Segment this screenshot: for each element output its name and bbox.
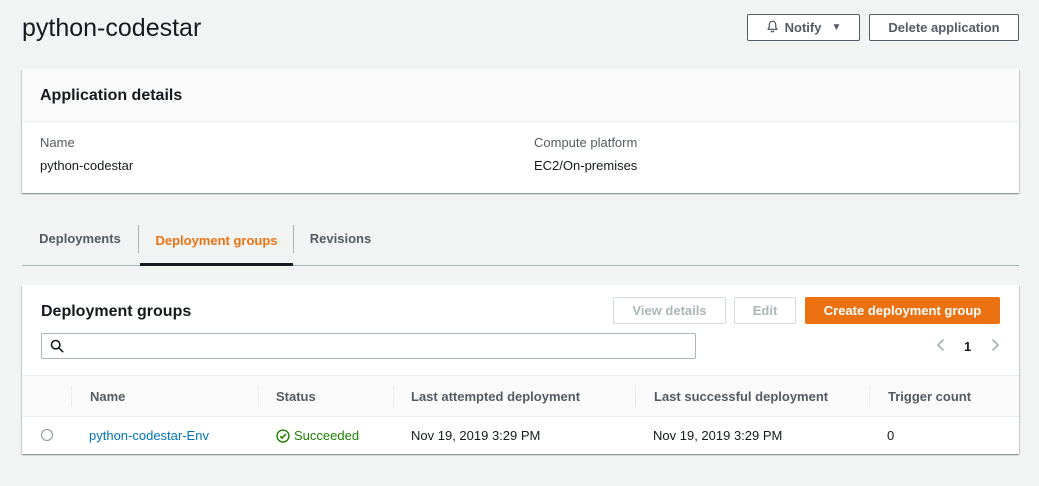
trigger-count-cell: 0 xyxy=(887,428,895,443)
application-details-heading: Application details xyxy=(22,69,1019,122)
application-details-panel: Application details Name python-codestar… xyxy=(22,69,1019,193)
deployment-group-name-link[interactable]: python-codestar-Env xyxy=(89,417,209,454)
notify-button[interactable]: Notify ▼ xyxy=(747,14,860,41)
search-input[interactable] xyxy=(72,336,687,356)
status-cell: Succeeded xyxy=(276,417,359,454)
next-page-icon[interactable] xyxy=(989,338,1001,355)
page-title: python-codestar xyxy=(22,14,202,42)
search-field[interactable] xyxy=(41,333,696,359)
caret-down-icon: ▼ xyxy=(831,22,842,33)
status-text: Succeeded xyxy=(294,428,360,443)
column-header-trigger-count[interactable]: Trigger count xyxy=(888,376,971,417)
previous-page-icon[interactable] xyxy=(935,338,947,355)
column-divider xyxy=(869,386,870,407)
column-header-last-successful[interactable]: Last successful deployment xyxy=(654,376,828,417)
compute-platform-value: EC2/On-premises xyxy=(534,158,638,173)
deployment-groups-heading: Deployment groups xyxy=(41,303,192,320)
check-circle-icon xyxy=(276,428,290,443)
name-value: python-codestar xyxy=(40,158,134,173)
deployment-groups-panel: Deployment groups View details Edit Crea… xyxy=(22,285,1019,454)
compute-platform-field: Compute platform EC2/On-premises xyxy=(534,135,637,174)
name-field: Name python-codestar xyxy=(40,135,133,174)
bell-icon xyxy=(766,20,779,36)
current-page-number[interactable]: 1 xyxy=(964,339,971,354)
tab-revisions[interactable]: Revisions xyxy=(294,225,387,253)
column-divider xyxy=(635,386,636,407)
delete-application-button[interactable]: Delete application xyxy=(869,14,1019,41)
notify-label: Notify xyxy=(784,20,822,35)
column-header-name[interactable]: Name xyxy=(90,376,125,417)
compute-platform-key: Compute platform xyxy=(534,135,638,150)
tab-deployments[interactable]: Deployments xyxy=(22,225,139,253)
create-deployment-group-button[interactable]: Create deployment group xyxy=(805,297,1000,324)
last-successful-cell: Nov 19, 2019 3:29 PM xyxy=(653,428,783,443)
column-header-status[interactable]: Status xyxy=(276,376,316,417)
search-icon xyxy=(50,339,64,356)
view-details-button[interactable]: View details xyxy=(613,297,726,324)
tab-deployment-groups[interactable]: Deployment groups xyxy=(140,226,293,266)
column-divider xyxy=(393,386,394,407)
table-header: Name Status Last attempted deployment La… xyxy=(22,375,1019,417)
name-key: Name xyxy=(40,135,75,150)
edit-button[interactable]: Edit xyxy=(734,297,796,324)
column-divider xyxy=(71,386,72,407)
column-divider xyxy=(258,386,259,407)
tab-bar: Deployments Deployment groups Revisions xyxy=(22,220,1019,266)
column-header-last-attempted[interactable]: Last attempted deployment xyxy=(411,376,580,417)
table-row[interactable]: python-codestar-Env Succeeded Nov 19, 20… xyxy=(22,417,1019,454)
row-select-radio[interactable] xyxy=(41,429,53,441)
last-attempted-cell: Nov 19, 2019 3:29 PM xyxy=(411,428,541,443)
